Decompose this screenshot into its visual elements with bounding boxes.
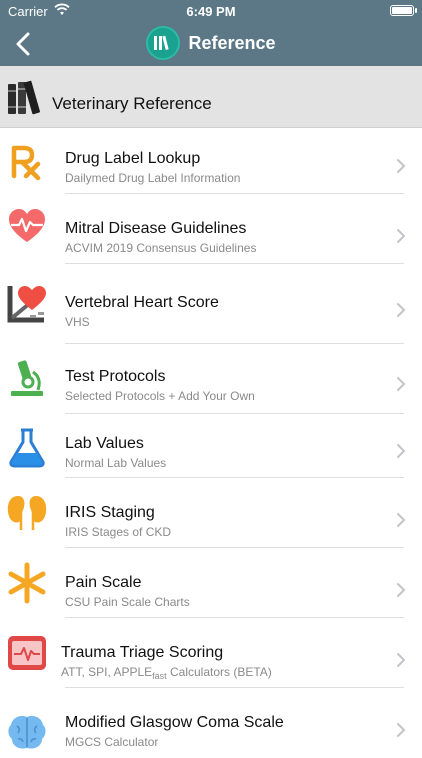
battery-icon: [390, 5, 417, 16]
item-subtitle: Normal Lab Values: [65, 456, 167, 470]
list-item-lab-values[interactable]: Lab Values Normal Lab Values: [0, 414, 422, 478]
list-item-pain-scale[interactable]: Pain Scale CSU Pain Scale Charts: [0, 548, 422, 618]
item-subtitle: IRIS Stages of CKD: [65, 525, 172, 539]
item-title: Drug Label Lookup: [65, 150, 201, 167]
rx-icon: [11, 145, 41, 181]
chevron-right-icon: [397, 159, 406, 173]
chevron-right-icon: [397, 303, 406, 317]
item-title: Modified Glasgow Coma Scale: [65, 714, 284, 731]
item-title: Vertebral Heart Score: [65, 294, 219, 311]
list-item-vertebral-heart-score[interactable]: Vertebral Heart Score VHS: [0, 264, 422, 344]
microscope-icon: [11, 360, 43, 396]
list-item-iris-staging[interactable]: IRIS Staging IRIS Stages of CKD: [0, 478, 422, 548]
item-title: Trauma Triage Scoring: [61, 644, 224, 661]
chevron-right-icon: [397, 653, 406, 667]
nav-title-group: Reference: [0, 26, 422, 60]
list-item-modified-glasgow-coma-scale[interactable]: Modified Glasgow Coma Scale MGCS Calcula…: [0, 688, 422, 758]
item-title: Pain Scale: [65, 574, 142, 591]
clock: 6:49 PM: [186, 4, 236, 19]
kidneys-icon: [7, 496, 47, 530]
list-item-test-protocols[interactable]: Test Protocols Selected Protocols + Add …: [0, 344, 422, 414]
item-subtitle: VHS: [65, 315, 90, 329]
brain-icon: [8, 715, 46, 749]
item-subtitle: CSU Pain Scale Charts: [65, 595, 190, 609]
ecg-monitor-icon: [8, 636, 46, 670]
page-title: Reference: [188, 32, 276, 53]
list-item-trauma-triage-scoring[interactable]: Trauma Triage Scoring ATT, SPI, APPLEfas…: [0, 618, 422, 688]
list-item-mitral-disease-guidelines[interactable]: Mitral Disease Guidelines ACVIM 2019 Con…: [0, 194, 422, 264]
item-title: IRIS Staging: [65, 504, 155, 521]
list-item-drug-label-lookup[interactable]: Drug Label Lookup Dailymed Drug Label In…: [0, 128, 422, 194]
chevron-right-icon: [397, 229, 406, 243]
heart-pulse-icon: [9, 209, 45, 242]
item-title: Mitral Disease Guidelines: [65, 220, 247, 237]
chevron-right-icon: [397, 583, 406, 597]
item-subtitle: ATT, SPI, APPLEfast Calculators (BETA): [61, 665, 272, 681]
item-subtitle: ACVIM 2019 Consensus Guidelines: [65, 241, 257, 255]
item-title: Lab Values: [65, 435, 144, 452]
navigation-bar: Reference: [0, 22, 422, 66]
chevron-right-icon: [397, 444, 406, 458]
item-subtitle: MGCS Calculator: [65, 735, 159, 749]
books-logo-icon: [146, 26, 181, 60]
item-title: Test Protocols: [65, 368, 166, 385]
section-header: Veterinary Reference: [0, 66, 422, 128]
chevron-right-icon: [397, 513, 406, 527]
item-subtitle: Selected Protocols + Add Your Own: [65, 389, 255, 403]
asterisk-icon: [8, 562, 46, 604]
chevron-right-icon: [397, 377, 406, 391]
section-title: Veterinary Reference: [52, 94, 212, 113]
flask-icon: [9, 428, 45, 468]
books-icon: [8, 80, 41, 115]
item-subtitle: Dailymed Drug Label Information: [65, 171, 241, 185]
status-bar: Carrier 6:49 PM: [0, 0, 422, 22]
xray-heart-icon: [7, 286, 46, 323]
chevron-right-icon: [397, 723, 406, 737]
